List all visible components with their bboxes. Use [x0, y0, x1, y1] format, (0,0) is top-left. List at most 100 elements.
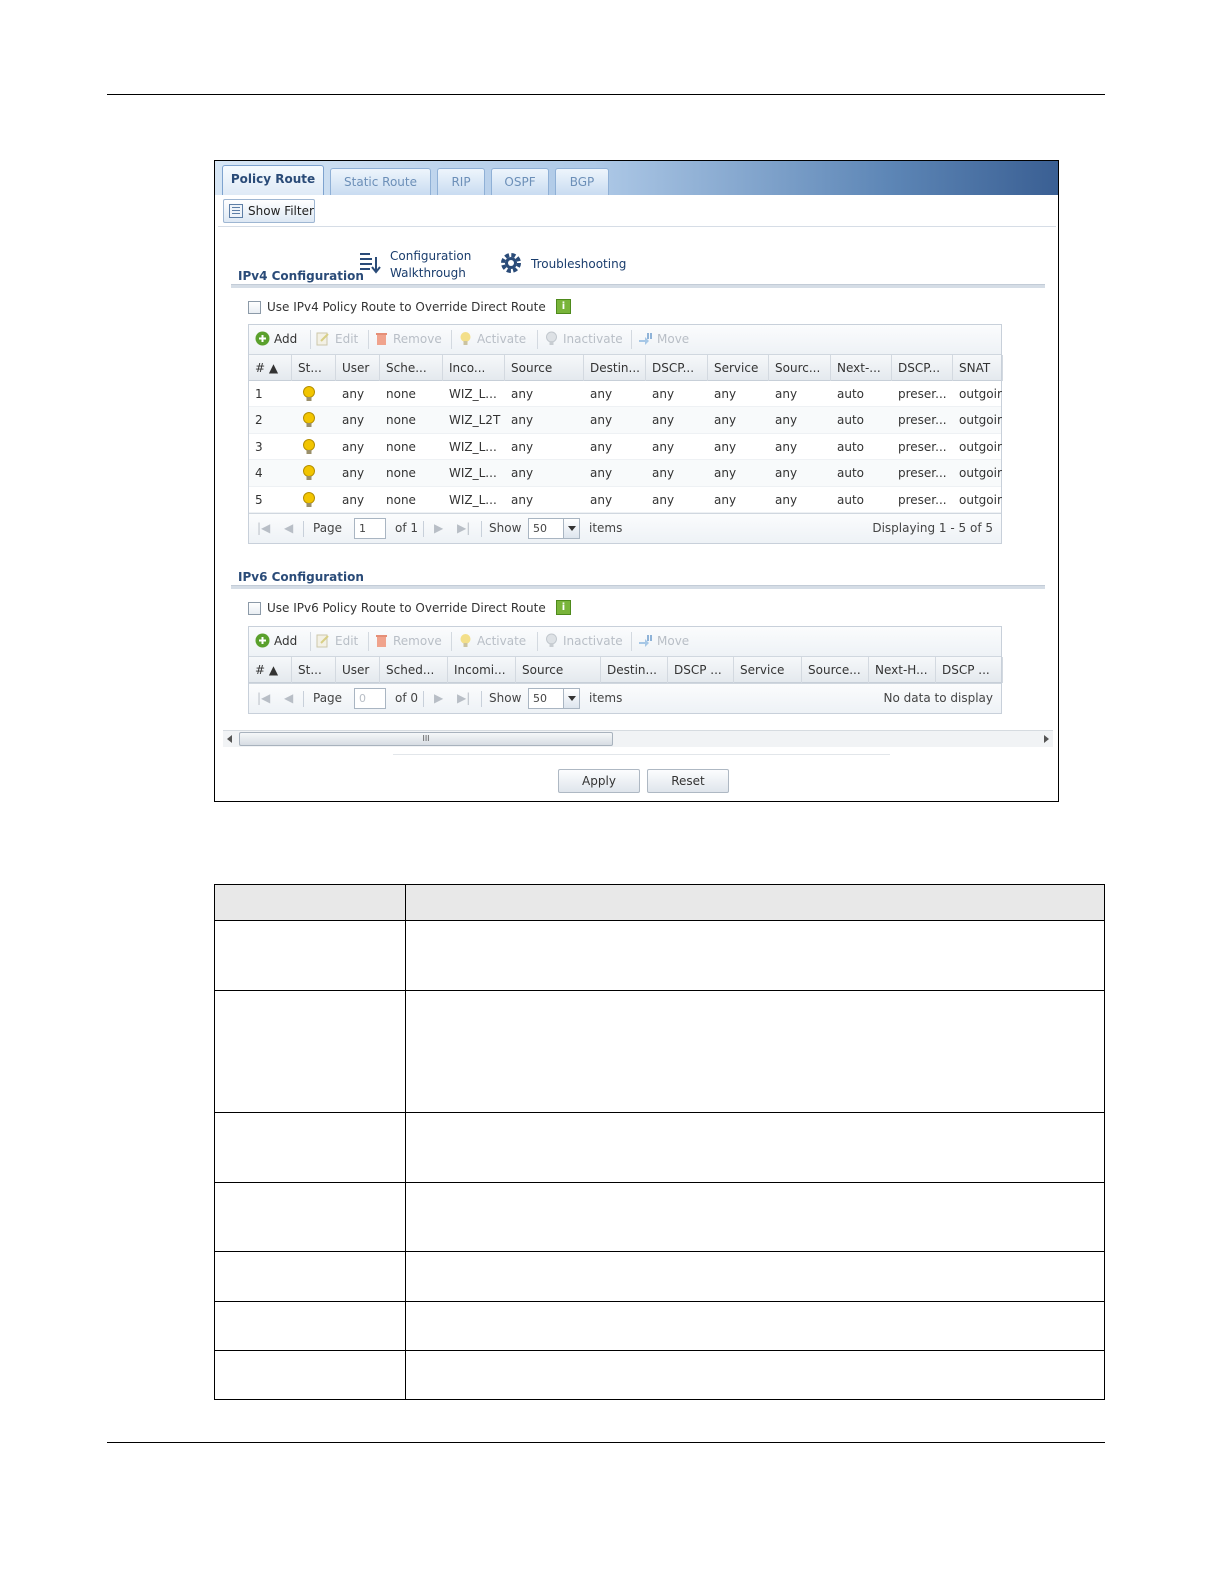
ipv6-toolbar: Add Edit Remove Activate Inactivate Move [249, 627, 1001, 657]
ipv4-inactivate-button[interactable]: Inactivate [544, 331, 623, 347]
pager-separator [423, 520, 424, 537]
ipv4-override-checkbox[interactable] [248, 301, 261, 314]
list-icon [229, 204, 243, 218]
ipv6-move-button[interactable]: Move [638, 633, 689, 649]
column-header[interactable]: # ▲ [249, 355, 292, 381]
ipv6-section-rule [231, 585, 1045, 589]
column-header[interactable]: Service [734, 657, 802, 683]
ipv6-add-button[interactable]: Add [255, 633, 297, 649]
table-row [214, 1251, 1105, 1302]
ipv6-display-status: No data to display [883, 691, 993, 705]
ipv6-activate-button[interactable]: Activate [458, 633, 526, 649]
column-header[interactable]: Sched... [380, 657, 448, 683]
page-number-input[interactable]: 1 [354, 517, 386, 539]
column-header[interactable]: Sourc... [769, 355, 831, 381]
table-row[interactable]: 1 any none WIZ_L... any any any any any auto prese… [249, 381, 1002, 408]
table-cell: none [386, 439, 416, 454]
page-count: of 0 [395, 691, 419, 705]
scroll-left-icon[interactable] [227, 735, 232, 743]
column-header[interactable]: Next-... [831, 355, 892, 381]
toolbar-separator [631, 330, 632, 349]
tab-ospf[interactable]: OSPF [491, 168, 549, 195]
tab-policy-route[interactable]: Policy Route [222, 165, 324, 195]
scroll-thumb[interactable]: III [239, 732, 613, 746]
table-row[interactable]: 4 any none WIZ_L... any any any any any auto prese… [249, 460, 1002, 487]
first-page-icon[interactable]: |◀ [257, 521, 270, 535]
column-header[interactable]: St... [292, 657, 336, 683]
info-icon[interactable]: i [556, 600, 571, 615]
column-header[interactable]: User [336, 657, 380, 683]
config-walkthrough-line2: Walkthrough [390, 266, 466, 280]
column-header[interactable]: Source... [802, 657, 869, 683]
column-header[interactable]: # ▲ [249, 657, 292, 683]
page-number-input[interactable]: 0 [354, 688, 386, 709]
table-cell: any [775, 466, 798, 481]
ipv4-move-button[interactable]: Move [638, 331, 689, 347]
ipv4-remove-button[interactable]: Remove [374, 331, 442, 347]
table-cell: 1 [255, 387, 263, 401]
column-header[interactable]: Service [708, 355, 769, 381]
lightbulb-icon [303, 491, 315, 507]
page-size-select[interactable]: 50 [528, 688, 580, 709]
column-header[interactable]: Source [516, 657, 601, 683]
page-top-rule [107, 94, 1105, 95]
info-icon[interactable]: i [556, 299, 571, 314]
ipv6-inactivate-button[interactable]: Inactivate [544, 633, 623, 649]
column-header[interactable]: Destin... [601, 657, 668, 683]
ipv6-edit-button[interactable]: Edit [316, 633, 358, 649]
trash-icon [376, 333, 387, 345]
tab-static-route[interactable]: Static Route [330, 168, 431, 195]
table-cell: any [652, 439, 675, 454]
table-row[interactable]: 5 any none WIZ_L... any any any any any auto prese… [249, 487, 1002, 513]
column-header[interactable]: DSCP... [892, 355, 953, 381]
column-header[interactable]: St... [292, 355, 336, 381]
table-row[interactable]: 2 any none WIZ_L2T any any any any any auto preser… [249, 407, 1002, 434]
table-row[interactable]: 3 any none WIZ_L... any any any any any auto prese… [249, 434, 1002, 461]
column-header[interactable]: DSCP... [646, 355, 708, 381]
column-header[interactable]: User [336, 355, 380, 381]
scroll-right-icon[interactable] [1044, 735, 1049, 743]
column-header[interactable]: Inco... [443, 355, 505, 381]
ipv6-remove-button[interactable]: Remove [374, 633, 442, 649]
description-table-header [214, 884, 1105, 921]
troubleshooting-link[interactable]: Troubleshooting [531, 256, 626, 273]
table-row [214, 1112, 1105, 1183]
ipv4-edit-button[interactable]: Edit [316, 331, 358, 347]
next-page-icon[interactable]: ▶ [434, 691, 443, 705]
horizontal-scrollbar[interactable]: III [223, 730, 1053, 747]
inactivate-label: Inactivate [563, 332, 623, 346]
show-filter-button[interactable]: Show Filter [223, 199, 315, 223]
column-header[interactable]: DSCP ... [936, 657, 1003, 683]
ipv6-section-title: IPv6 Configuration [238, 570, 364, 584]
table-cell: any [511, 492, 534, 507]
table-cell [405, 920, 1105, 991]
ipv6-grid: Add Edit Remove Activate Inactivate Move… [248, 626, 1003, 714]
table-cell [214, 920, 406, 991]
column-header[interactable]: Destin... [584, 355, 646, 381]
table-cell: any [652, 466, 675, 481]
move-icon [639, 333, 652, 345]
tab-bgp[interactable]: BGP [555, 168, 609, 195]
column-header[interactable]: Incomi... [448, 657, 516, 683]
reset-button[interactable]: Reset [647, 769, 729, 793]
column-header[interactable]: SNAT [953, 355, 1003, 381]
column-header[interactable]: Sche... [380, 355, 443, 381]
tab-rip[interactable]: RIP [437, 168, 485, 195]
column-header[interactable]: Source [505, 355, 584, 381]
column-header[interactable]: DSCP ... [668, 657, 734, 683]
lightbulb-icon [460, 332, 471, 345]
prev-page-icon[interactable]: ◀ [284, 521, 293, 535]
next-page-icon[interactable]: ▶ [434, 521, 443, 535]
config-walkthrough-link[interactable]: Configuration Walkthrough [390, 248, 471, 282]
table-cell: any [511, 439, 534, 454]
column-header[interactable]: Next-H... [869, 657, 936, 683]
ipv4-add-button[interactable]: Add [255, 331, 297, 347]
last-page-icon[interactable]: ▶| [457, 521, 470, 535]
last-page-icon[interactable]: ▶| [457, 691, 470, 705]
prev-page-icon[interactable]: ◀ [284, 691, 293, 705]
apply-button[interactable]: Apply [558, 769, 640, 793]
ipv6-override-checkbox[interactable] [248, 602, 261, 615]
page-size-select[interactable]: 50 [528, 517, 580, 539]
first-page-icon[interactable]: |◀ [257, 691, 270, 705]
ipv4-activate-button[interactable]: Activate [458, 331, 526, 347]
